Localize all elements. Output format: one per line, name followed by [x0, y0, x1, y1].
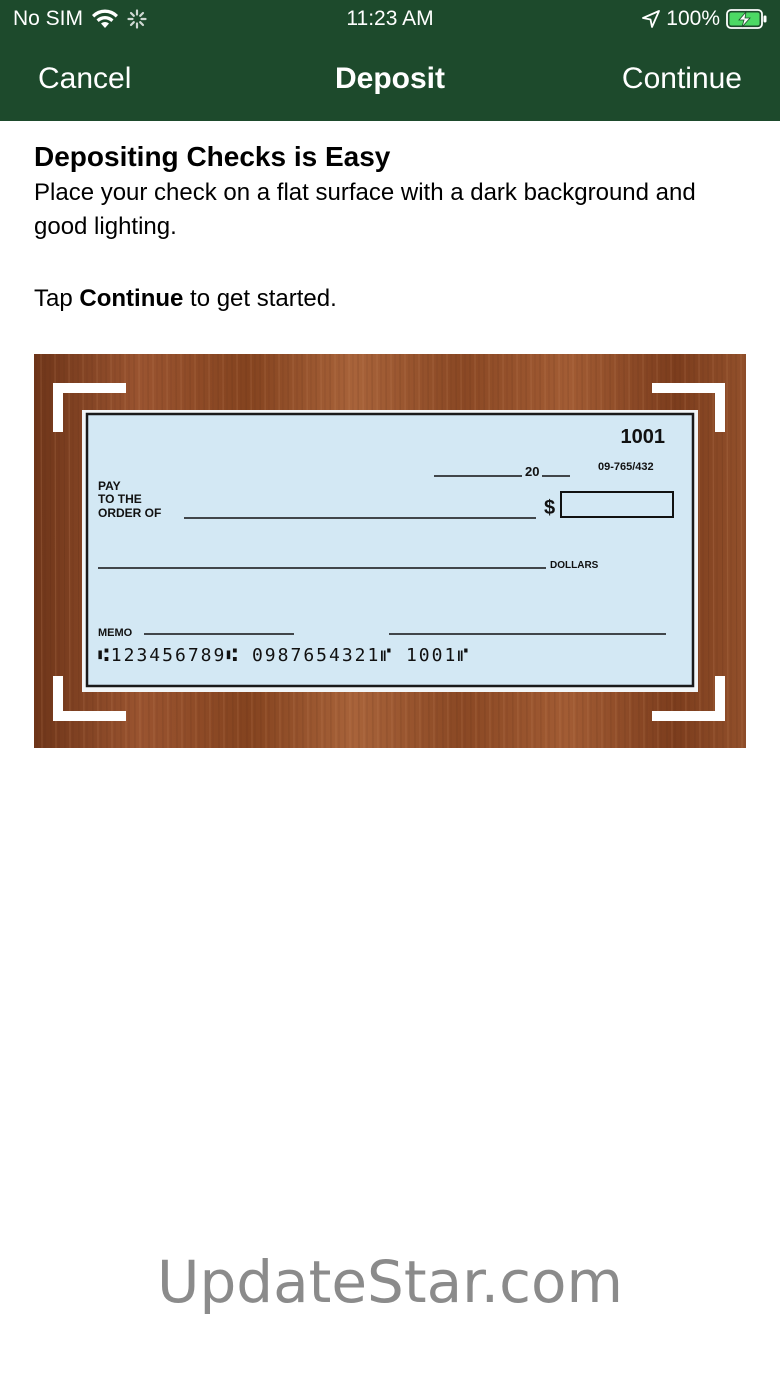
check-to-the-label: TO THE — [98, 492, 142, 506]
check-pay-label: PAY — [98, 479, 121, 493]
watermark: UpdateStar.com — [157, 1248, 623, 1316]
battery-percent: 100% — [666, 7, 720, 30]
tap-prefix: Tap — [34, 285, 80, 312]
cancel-button[interactable]: Cancel — [38, 62, 131, 96]
check-order-of-label: ORDER OF — [98, 506, 161, 520]
check-memo-label: MEMO — [98, 627, 133, 639]
check-number: 1001 — [621, 426, 666, 448]
instructions-heading: Depositing Checks is Easy — [34, 141, 391, 172]
tap-suffix: to get started. — [183, 285, 337, 312]
app-header: No SIM 11:23 AM 100% Cancel Deposit Cont… — [0, 0, 780, 121]
instructions-description: Place your check on a flat surface with … — [34, 179, 696, 240]
tap-bold: Continue — [79, 285, 184, 312]
status-right: 100% — [642, 7, 768, 31]
check-example-image: 1001 20 09-765/432 PAY TO THE ORDER OF $… — [34, 354, 746, 748]
check-dollar-sign: $ — [544, 497, 555, 519]
status-bar: No SIM 11:23 AM 100% — [0, 0, 780, 40]
location-arrow-icon — [642, 10, 661, 28]
check-routing-fraction: 09-765/432 — [598, 461, 654, 473]
instructions: Depositing Checks is Easy Place your che… — [34, 140, 746, 316]
check-illustration: 1001 20 09-765/432 PAY TO THE ORDER OF $… — [34, 354, 746, 748]
battery-charging-icon — [726, 9, 767, 29]
check-dollars-label: DOLLARS — [550, 560, 599, 571]
navigation-bar: Cancel Deposit Continue — [0, 40, 780, 121]
continue-button[interactable]: Continue — [622, 62, 742, 96]
check-date-year: 20 — [525, 464, 539, 479]
tap-continue-hint: Tap Continue to get started. — [34, 282, 746, 316]
check-micr-line: ⑆123456789⑆ 0987654321⑈ 1001⑈ — [98, 645, 470, 666]
